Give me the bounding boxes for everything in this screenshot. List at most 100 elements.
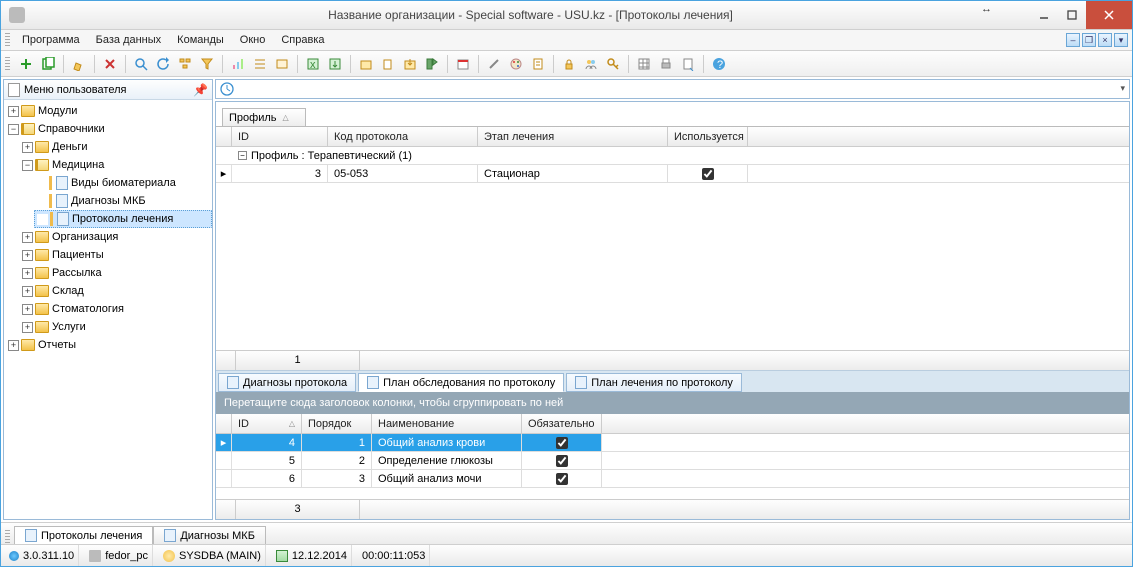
key-button[interactable] (603, 54, 623, 74)
palette-button[interactable] (506, 54, 526, 74)
users-button[interactable] (581, 54, 601, 74)
help-button[interactable]: ? (709, 54, 729, 74)
tree-medicine[interactable]: −Медицина (20, 156, 212, 174)
status-time: 00:00:11:053 (362, 550, 425, 562)
document-tabs: Протоколы лечения Диагнозы МКБ (1, 522, 1132, 544)
detail-grid: ID△ Порядок Наименование Обязательно ▸ 4… (216, 414, 1129, 488)
calendar-button[interactable] (453, 54, 473, 74)
window-title: Название организации - Special software … (31, 8, 1030, 22)
tree-money[interactable]: +Деньги (20, 138, 212, 156)
group-row[interactable]: −Профиль : Терапевтический (1) (216, 147, 1129, 165)
print-button[interactable] (656, 54, 676, 74)
col-id[interactable]: ID (232, 127, 328, 146)
folder-icon (21, 105, 35, 117)
grip-icon (5, 530, 10, 544)
exit-button[interactable] (422, 54, 442, 74)
doc-tab-protocols[interactable]: Протоколы лечения (14, 526, 153, 544)
menu-commands[interactable]: Команды (169, 30, 232, 50)
filter-button[interactable] (197, 54, 217, 74)
tree-organization[interactable]: +Организация (20, 228, 212, 246)
content-area: ▾ Профиль△ ID Код протокола Этап лечения… (215, 79, 1130, 520)
move-icon: ↔ (981, 3, 992, 15)
tree-mkb[interactable]: Диагнозы МКБ (34, 192, 212, 210)
grid2-pager: 3 (216, 499, 1129, 519)
add-button[interactable] (16, 54, 36, 74)
tree-protocols[interactable]: Протоколы лечения (34, 210, 212, 228)
req-checkbox[interactable] (556, 473, 568, 485)
refresh-button[interactable] (153, 54, 173, 74)
tree-stomatology[interactable]: +Стоматология (20, 300, 212, 318)
tree-references[interactable]: −Справочники (6, 120, 212, 138)
menu-program[interactable]: Программа (14, 30, 88, 50)
copy-button[interactable] (38, 54, 58, 74)
tools-button[interactable] (484, 54, 504, 74)
menu-window[interactable]: Окно (232, 30, 274, 50)
grid2-row-2[interactable]: 5 2 Определение глюкозы (216, 452, 1129, 470)
titlebar: Название организации - Special software … (1, 1, 1132, 29)
close-button[interactable] (1086, 1, 1132, 29)
tree-stock[interactable]: +Склад (20, 282, 212, 300)
col-required[interactable]: Обязательно (522, 414, 602, 433)
grid1-row-1[interactable]: ▸ 3 05-053 Стационар (216, 165, 1129, 183)
delete-button[interactable] (100, 54, 120, 74)
grid2-row-1[interactable]: ▸ 4 1 Общий анализ крови (216, 434, 1129, 452)
view-tree-button[interactable] (175, 54, 195, 74)
user-icon (163, 550, 175, 562)
col-order[interactable]: Порядок (302, 414, 372, 433)
tree-biomaterial[interactable]: Виды биоматериала (34, 174, 212, 192)
minimize-button[interactable] (1030, 1, 1058, 29)
edit-button[interactable] (69, 54, 89, 74)
tab-treatment-plan[interactable]: План лечения по протоколу (566, 373, 742, 392)
copy-doc-button[interactable] (378, 54, 398, 74)
pager-count: 1 (236, 351, 360, 370)
export-excel-button[interactable]: x (303, 54, 323, 74)
export-button[interactable] (400, 54, 420, 74)
tree-patients[interactable]: +Пациенты (20, 246, 212, 264)
tree-reports[interactable]: +Отчеты (6, 336, 212, 354)
col-id-2[interactable]: ID△ (232, 414, 302, 433)
status-version: 3.0.311.10 (23, 550, 74, 562)
tree-services[interactable]: +Услуги (20, 318, 212, 336)
app-icon (9, 7, 25, 23)
req-checkbox[interactable] (556, 437, 568, 449)
group-by-panel[interactable]: Профиль△ (222, 108, 306, 126)
statusbar: 3.0.311.10 fedor_pc SYSDBA (MAIN) 12.12.… (1, 544, 1132, 566)
pin-icon[interactable]: 📌 (193, 83, 208, 97)
main-grid: ID Код протокола Этап лечения Использует… (216, 126, 1129, 183)
col-used[interactable]: Используется (668, 127, 748, 146)
mdi-minimize-button[interactable]: – (1066, 33, 1080, 47)
col-name[interactable]: Наименование (372, 414, 522, 433)
note-button[interactable] (528, 54, 548, 74)
lock-button[interactable] (559, 54, 579, 74)
tree-modules[interactable]: +Модули (6, 102, 212, 120)
mdi-restore-button[interactable]: ❐ (1082, 33, 1096, 47)
preview-button[interactable] (678, 54, 698, 74)
folder-button[interactable] (356, 54, 376, 74)
import-excel-button[interactable] (325, 54, 345, 74)
tree-mailing[interactable]: +Рассылка (20, 264, 212, 282)
doc-tab-mkb[interactable]: Диагнозы МКБ (153, 526, 266, 544)
card-button[interactable] (272, 54, 292, 74)
open-folder-icon (21, 123, 35, 135)
dropdown-icon[interactable]: ▾ (1120, 83, 1125, 94)
app-window: Название организации - Special software … (0, 0, 1133, 567)
grid2-row-3[interactable]: 6 3 Общий анализ мочи (216, 470, 1129, 488)
grip-icon (5, 57, 10, 71)
used-checkbox[interactable] (702, 168, 714, 180)
chart-button[interactable] (228, 54, 248, 74)
tab-diagnoses[interactable]: Диагнозы протокола (218, 373, 356, 392)
mdi-dropdown-button[interactable]: ▾ (1114, 33, 1128, 47)
menu-help[interactable]: Справка (273, 30, 332, 50)
req-checkbox[interactable] (556, 455, 568, 467)
grid-button[interactable] (634, 54, 654, 74)
col-stage[interactable]: Этап лечения (478, 127, 668, 146)
clock-icon[interactable] (220, 82, 234, 96)
col-code[interactable]: Код протокола (328, 127, 478, 146)
tab-exam-plan[interactable]: План обследования по протоколу (358, 373, 564, 392)
search-button[interactable] (131, 54, 151, 74)
mdi-close-button[interactable]: × (1098, 33, 1112, 47)
list-button[interactable] (250, 54, 270, 74)
svg-text:x: x (310, 59, 316, 71)
maximize-button[interactable] (1058, 1, 1086, 29)
menu-database[interactable]: База данных (88, 30, 170, 50)
